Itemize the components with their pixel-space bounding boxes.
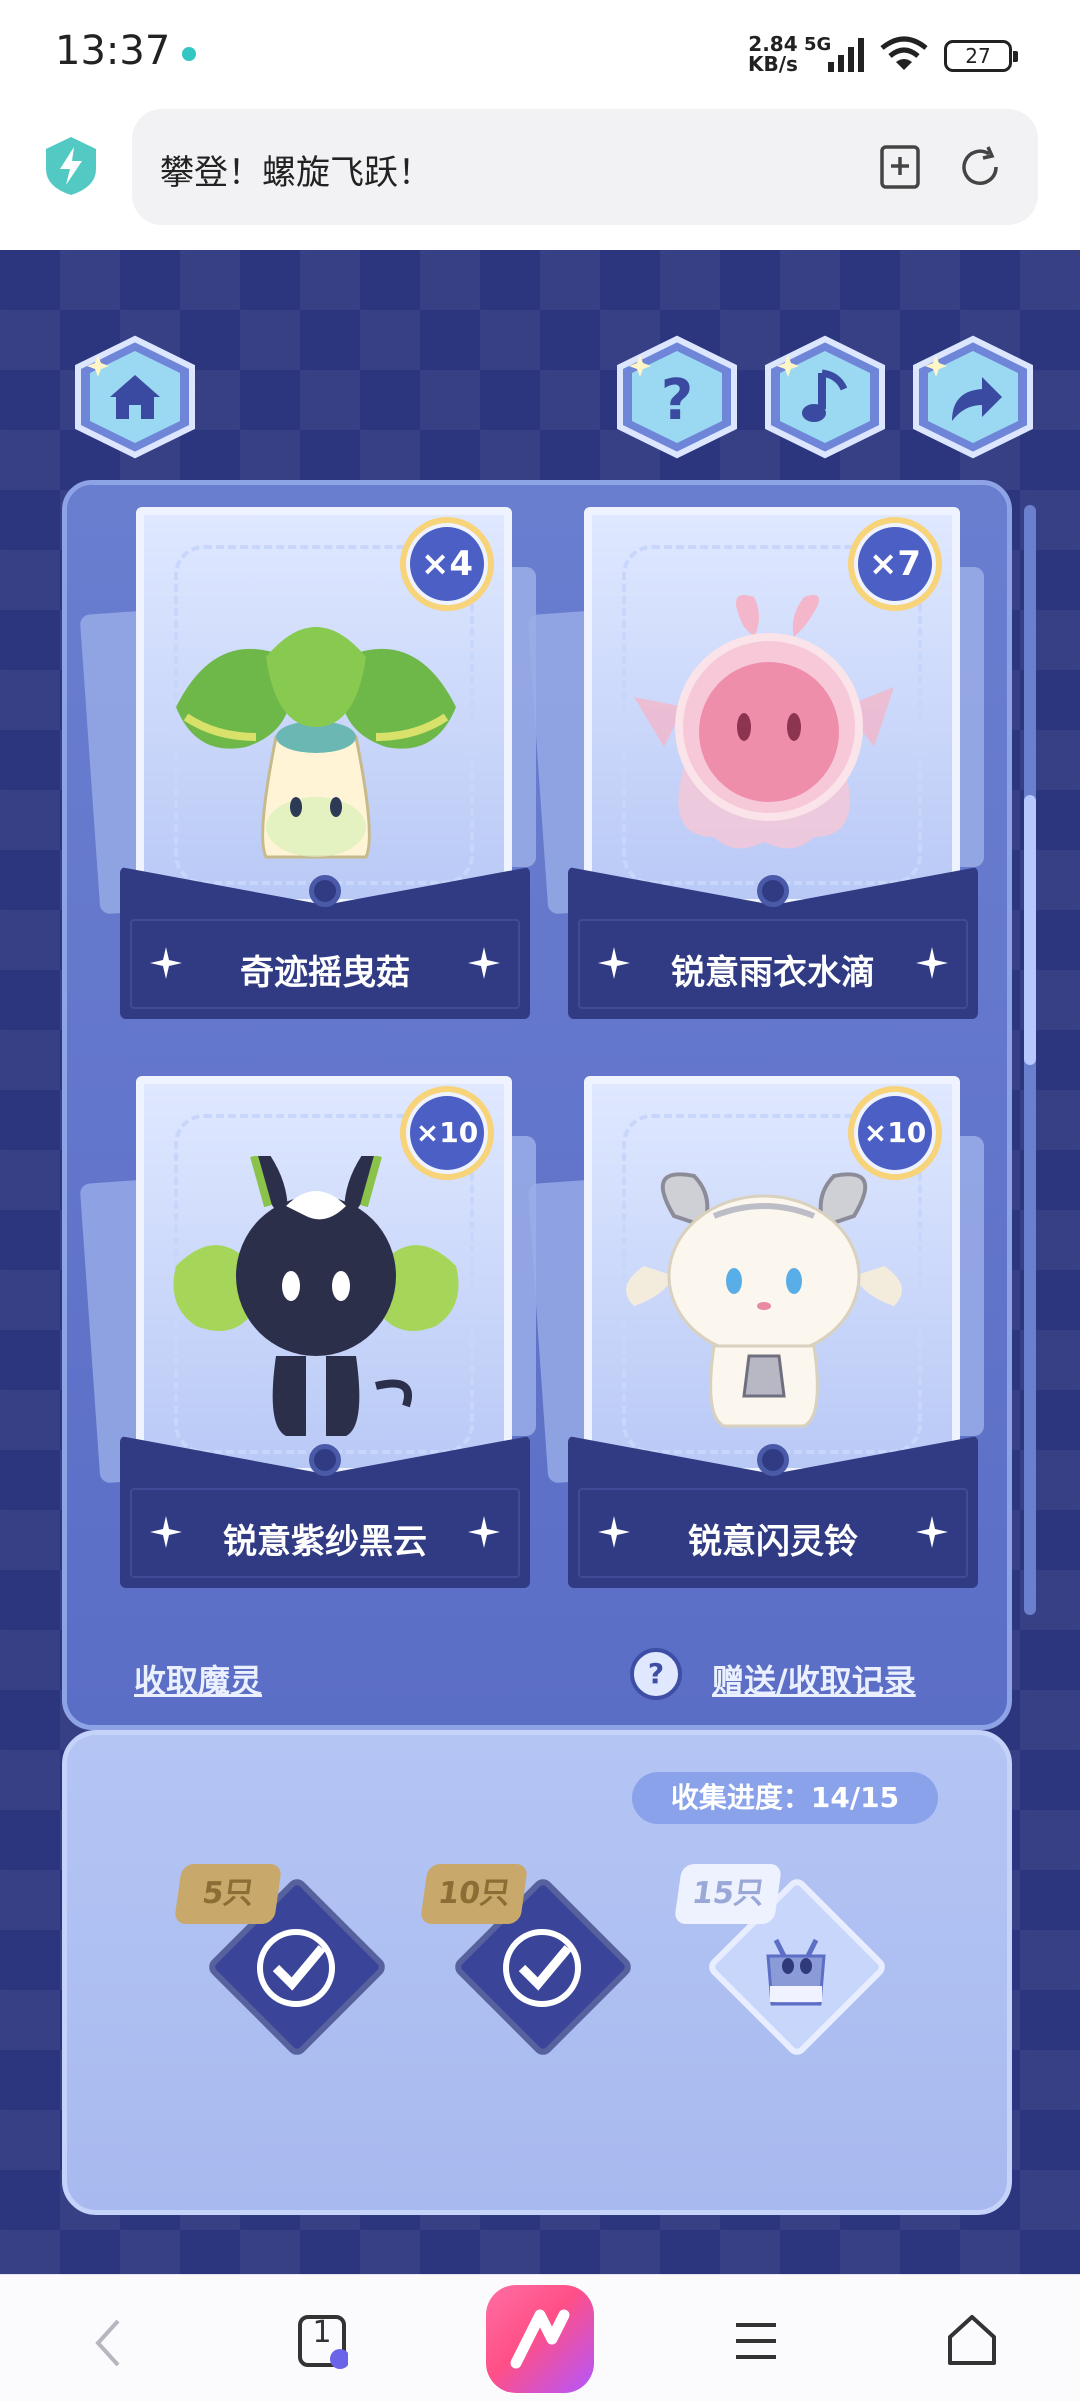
- page-title: 攀登！螺旋飞跃！: [160, 153, 432, 193]
- home-icon[interactable]: [944, 2311, 1000, 2367]
- check-icon: [257, 1929, 335, 2007]
- gift-box-icon: [766, 1938, 826, 2006]
- progress-value: 14/15: [810, 1781, 900, 1814]
- share-arrow-icon: [913, 335, 1033, 459]
- reward-milestone[interactable]: 10只: [419, 1864, 636, 2060]
- card-count: ×4: [410, 527, 484, 601]
- card-count: ×7: [858, 527, 932, 601]
- gift-records-link[interactable]: 赠送/收取记录: [712, 1656, 916, 1702]
- refresh-icon[interactable]: [956, 143, 1004, 191]
- card-count: ×10: [410, 1096, 484, 1170]
- home-icon: [75, 335, 195, 459]
- reward-milestone[interactable]: 15只: [673, 1864, 890, 2060]
- sparkle-icon: [916, 947, 948, 979]
- status-bar: 13:37 2.84 KB/s 5G 27: [0, 0, 1080, 105]
- network-speed: 2.84 KB/s: [748, 34, 798, 74]
- reward-tag: 15只: [673, 1864, 783, 1924]
- shield-icon[interactable]: [42, 135, 100, 197]
- address-bar[interactable]: 攀登！螺旋飞跃！: [132, 109, 1038, 225]
- help-button[interactable]: ?: [612, 335, 742, 459]
- raindrop-spirit-icon: [634, 595, 894, 849]
- back-arrow-icon[interactable]: [88, 2315, 128, 2371]
- reward-milestone[interactable]: 5只: [173, 1864, 390, 2060]
- check-icon: [503, 1929, 581, 2007]
- reward-tag: 10只: [419, 1864, 529, 1924]
- collect-spirits-link[interactable]: 收取魔灵: [134, 1656, 262, 1702]
- assistant-logo-icon: [510, 2309, 570, 2369]
- spirit-card[interactable]: ×7 锐意雨衣水滴: [527, 507, 984, 1027]
- network-speed-value: 2.84: [748, 32, 798, 56]
- collection-progress-label: 收集进度：14/15: [632, 1772, 938, 1824]
- browser-bottom-nav: 1: [0, 2274, 1080, 2401]
- status-time: 13:37: [55, 28, 171, 74]
- card-count-badge: ×4: [400, 517, 494, 611]
- progress-label-text: 收集进度：: [670, 1781, 811, 1814]
- tabs-count: 1: [312, 2315, 332, 2350]
- black-cloud-spirit-icon: [173, 1156, 459, 1436]
- battery-icon: 27: [944, 40, 1018, 72]
- question-icon[interactable]: ?: [630, 1648, 682, 1700]
- assistant-button[interactable]: [486, 2285, 594, 2393]
- spirit-card[interactable]: ×4 奇迹摇曳菇: [79, 507, 536, 1027]
- reward-tag: 5只: [173, 1864, 283, 1924]
- spirit-card[interactable]: ×10 锐意闪灵铃: [527, 1076, 984, 1596]
- menu-icon[interactable]: [732, 2319, 780, 2363]
- spirit-card[interactable]: ×10 锐意紫纱黑云: [79, 1076, 536, 1596]
- name-plate-dot: [757, 875, 789, 907]
- card-count-badge: ×10: [848, 1086, 942, 1180]
- collection-scrollbar[interactable]: [1024, 505, 1036, 1615]
- share-button[interactable]: [908, 335, 1038, 459]
- music-note-icon: [765, 335, 885, 459]
- card-count-badge: ×10: [400, 1086, 494, 1180]
- music-button[interactable]: [760, 335, 890, 459]
- network-speed-unit: KB/s: [748, 52, 798, 76]
- sparkle-icon: [468, 947, 500, 979]
- cell-signal-icon: [828, 38, 864, 72]
- sparkle-icon: [468, 1516, 500, 1548]
- add-bookmark-icon[interactable]: [876, 143, 924, 191]
- bell-spirit-icon: [626, 1172, 902, 1428]
- wifi-icon: [880, 36, 928, 70]
- home-button[interactable]: [70, 335, 200, 459]
- mushroom-spirit-icon: [176, 627, 456, 859]
- sparkle-icon: [916, 1516, 948, 1548]
- question-icon: ?: [617, 335, 737, 459]
- game-area: ? ×4 奇迹摇曳菇 ×7 锐意雨衣水滴 ×10 锐意紫纱黑云 ×10 锐意闪灵…: [0, 250, 1080, 2274]
- scrollbar-thumb[interactable]: [1024, 795, 1036, 1065]
- svg-text:?: ?: [661, 368, 693, 433]
- name-plate-dot: [309, 875, 341, 907]
- browser-bar: 攀登！螺旋飞跃！: [0, 105, 1080, 250]
- battery-tip: [1013, 51, 1018, 62]
- card-count-badge: ×7: [848, 517, 942, 611]
- name-plate-dot: [309, 1444, 341, 1476]
- notification-dot-icon: [182, 47, 196, 61]
- battery-level: 27: [965, 44, 991, 68]
- name-plate-dot: [757, 1444, 789, 1476]
- card-count: ×10: [858, 1096, 932, 1170]
